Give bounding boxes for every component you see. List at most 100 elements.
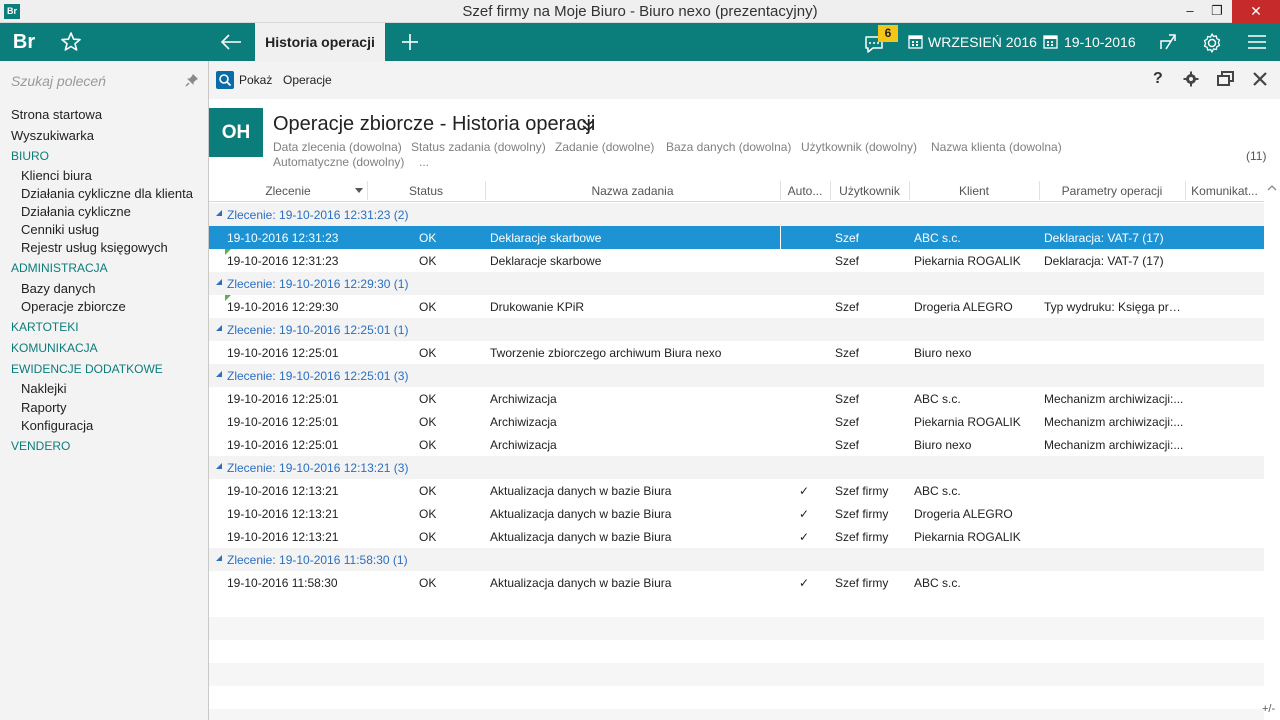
table-row[interactable]: 19-10-2016 12:25:01 OK Archiwizacja Szef Pie… <box>209 410 1264 433</box>
cell-user: Szef firmy <box>835 507 889 521</box>
maximize-button[interactable]: ❐ <box>1202 0 1232 23</box>
view-settings-gear-icon[interactable] <box>1183 71 1199 87</box>
filter-user[interactable]: Użytkownik (dowolny) <box>801 140 917 154</box>
table-row[interactable]: 19-10-2016 12:31:23 OK Deklaracje skarbowe… <box>209 249 1264 272</box>
sidebar-item[interactable]: Konfiguracja <box>21 418 93 433</box>
toolbar: Pokaż Operacje ? <box>209 61 1280 99</box>
filter-more[interactable]: ... <box>419 155 429 169</box>
sidebar-item[interactable]: Strona startowa <box>11 107 102 122</box>
cell-order-date: 19-10-2016 12:25:01 <box>227 438 339 452</box>
grid-resize-toggle[interactable]: +/- <box>1262 703 1275 715</box>
hamburger-menu-icon[interactable] <box>1245 31 1269 53</box>
sidebar-item[interactable]: Bazy danych <box>21 281 95 296</box>
collapse-triangle-icon[interactable] <box>216 325 222 331</box>
group-header-row[interactable]: Zlecenie: 19-10-2016 12:13:21 (3) <box>209 456 1264 479</box>
chevron-down-icon[interactable] <box>581 119 595 133</box>
sidebar-item[interactable]: Cenniki usług <box>21 222 99 237</box>
filter-task[interactable]: Zadanie (dowolne) <box>555 140 654 154</box>
collapse-triangle-icon[interactable] <box>216 279 222 285</box>
table-row[interactable]: 19-10-2016 11:58:30 OK Aktualizacja danych… <box>209 571 1264 594</box>
sidebar-section[interactable]: EWIDENCJE DODATKOWE <box>11 362 163 376</box>
grid-header: Zlecenie Status Nazwa zadania Auto... Uż… <box>209 179 1264 202</box>
scroll-up-icon[interactable] <box>1267 182 1277 192</box>
column-header-auto[interactable]: Auto... <box>780 184 830 198</box>
column-header-client[interactable]: Klient <box>909 184 1039 198</box>
group-header-row[interactable]: Zlecenie: 19-10-2016 11:58:30 (1) <box>209 548 1264 571</box>
sidebar-item[interactable]: Działania cykliczne dla klienta <box>21 186 193 201</box>
column-header-params[interactable]: Parametry operacji <box>1039 184 1185 198</box>
collapse-triangle-icon[interactable] <box>216 371 222 377</box>
table-row[interactable]: 19-10-2016 12:25:01 OK Archiwizacja Szef Biu… <box>209 433 1264 456</box>
filter-task-status[interactable]: Status zadania (dowolny) <box>411 140 546 154</box>
cell-client: Piekarnia ROGALIK <box>914 530 1021 544</box>
table-row[interactable]: 19-10-2016 12:13:21 OK Aktualizacja danych… <box>209 502 1264 525</box>
brand-logo[interactable]: Br <box>0 23 48 61</box>
group-header-row[interactable]: Zlecenie: 19-10-2016 12:25:01 (3) <box>209 364 1264 387</box>
filter-automatic[interactable]: Automatyczne (dowolny) <box>273 155 404 169</box>
help-button[interactable]: ? <box>1153 70 1163 88</box>
route-arrow-icon[interactable] <box>1157 31 1179 53</box>
sidebar-item[interactable]: Operacje zbiorcze <box>21 299 126 314</box>
filter-client-name[interactable]: Nazwa klienta (dowolna) <box>931 140 1062 154</box>
show-search-icon[interactable] <box>216 71 234 89</box>
close-window-button[interactable]: ✕ <box>1232 0 1280 23</box>
sidebar-section[interactable]: ADMINISTRACJA <box>11 261 108 275</box>
cell-user: Szef firmy <box>835 484 889 498</box>
sort-descending-icon[interactable] <box>355 188 363 193</box>
filter-database[interactable]: Baza danych (dowolna) <box>666 140 791 154</box>
operations-menu[interactable]: Operacje <box>283 73 332 87</box>
group-header-row[interactable]: Zlecenie: 19-10-2016 12:25:01 (1) <box>209 318 1264 341</box>
minimize-button[interactable]: ‒ <box>1175 0 1205 23</box>
column-header-message[interactable]: Komunikat... <box>1185 184 1264 198</box>
pin-icon[interactable] <box>185 73 199 87</box>
sidebar-section[interactable]: KOMUNIKACJA <box>11 341 98 355</box>
table-row[interactable]: 19-10-2016 12:29:30 OK Drukowanie KPiR Szef… <box>209 295 1264 318</box>
column-header-task[interactable]: Nazwa zadania <box>485 184 780 198</box>
vertical-scrollbar[interactable] <box>1264 179 1280 720</box>
tab-historia-operacji[interactable]: Historia operacji <box>255 23 385 61</box>
sidebar-section[interactable]: BIURO <box>11 149 49 163</box>
collapse-triangle-icon[interactable] <box>216 555 222 561</box>
cell-order-date: 19-10-2016 12:13:21 <box>227 507 339 521</box>
collapse-triangle-icon[interactable] <box>216 463 222 469</box>
window-titlebar: Br Szef firmy na Moje Biuro - Biuro nexo… <box>0 0 1280 23</box>
table-row[interactable]: 19-10-2016 12:13:21 OK Aktualizacja danych… <box>209 479 1264 502</box>
empty-row <box>209 594 1264 617</box>
column-header-order[interactable]: Zlecenie <box>209 184 367 198</box>
sidebar-item[interactable]: Naklejki <box>21 381 67 396</box>
sidebar-section[interactable]: KARTOTEKI <box>11 320 79 334</box>
table-row[interactable]: 19-10-2016 12:13:21 OK Aktualizacja danych… <box>209 525 1264 548</box>
close-view-icon[interactable] <box>1252 71 1268 87</box>
show-button[interactable]: Pokaż <box>239 73 272 87</box>
filter-order-date[interactable]: Data zlecenia (dowolna) <box>273 140 402 154</box>
sidebar-section[interactable]: VENDERO <box>11 439 70 453</box>
table-row[interactable]: 19-10-2016 12:25:01 OK Archiwizacja Szef ABC… <box>209 387 1264 410</box>
sidebar-item[interactable]: Działania cykliczne <box>21 204 131 219</box>
group-header-row[interactable]: Zlecenie: 19-10-2016 12:29:30 (1) <box>209 272 1264 295</box>
table-row[interactable]: 19-10-2016 12:31:23 OK Deklaracje skarbowe… <box>209 226 1264 249</box>
working-date[interactable]: 19-10-2016 <box>1064 34 1136 50</box>
sidebar-item[interactable]: Raporty <box>21 400 67 415</box>
sidebar-item[interactable]: Wyszukiwarka <box>11 128 94 143</box>
accounting-period[interactable]: WRZESIEŃ 2016 <box>928 34 1037 50</box>
detach-window-icon[interactable] <box>1217 71 1235 87</box>
column-header-status[interactable]: Status <box>367 184 485 198</box>
table-row[interactable]: 19-10-2016 12:25:01 OK Tworzenie zbiorczeg… <box>209 341 1264 364</box>
cell-status: OK <box>419 576 437 590</box>
group-header-row[interactable]: Zlecenie: 19-10-2016 12:31:23 (2) <box>209 203 1264 226</box>
cell-status: OK <box>419 254 437 268</box>
sidebar-item[interactable]: Rejestr usług księgowych <box>21 240 168 255</box>
cell-task-name: Aktualizacja danych w bazie Biura <box>490 507 672 521</box>
calendar-date-icon[interactable] <box>1043 34 1058 49</box>
command-search-input[interactable]: Szukaj poleceń <box>11 73 106 89</box>
add-tab-plus-icon[interactable] <box>395 23 425 61</box>
back-arrow-icon[interactable] <box>215 23 247 61</box>
record-count: (11) <box>1246 149 1267 163</box>
column-header-user[interactable]: Użytkownik <box>830 184 909 198</box>
collapse-triangle-icon[interactable] <box>216 210 222 216</box>
notification-count-badge[interactable]: 6 <box>878 25 898 42</box>
sidebar-item[interactable]: Klienci biura <box>21 168 92 183</box>
calendar-period-icon[interactable] <box>908 34 923 49</box>
favorites-star-icon[interactable] <box>55 23 87 61</box>
settings-gear-icon[interactable] <box>1200 31 1224 55</box>
